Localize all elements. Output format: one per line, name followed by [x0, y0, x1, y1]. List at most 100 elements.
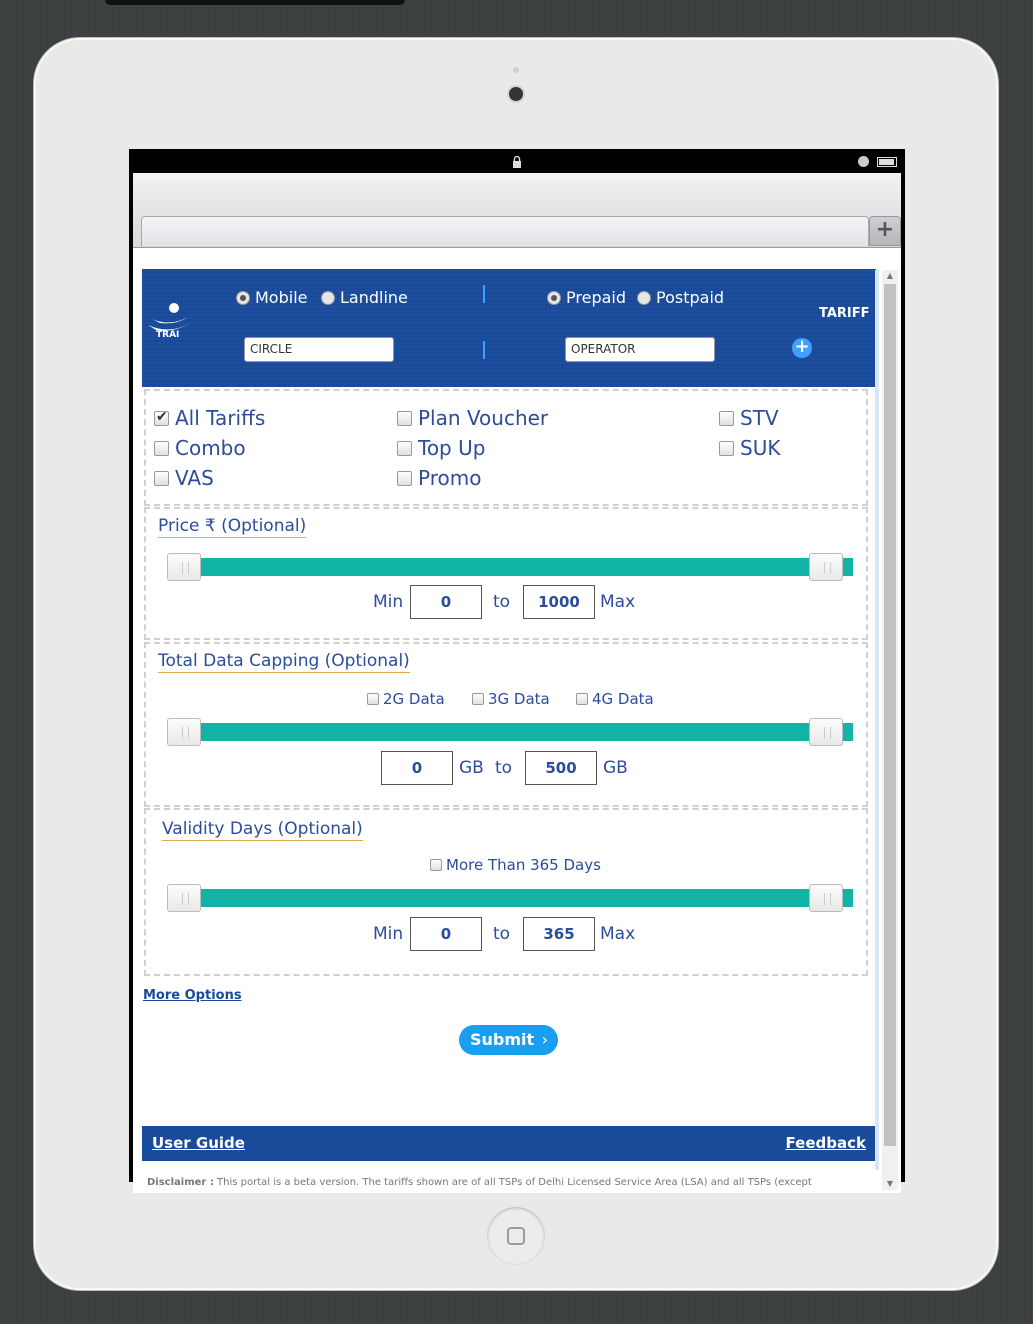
checkbox-all-tariffs[interactable]: All Tariffs — [154, 406, 265, 430]
checkbox-plan-voucher[interactable]: Plan Voucher — [397, 406, 548, 430]
radio-dot — [547, 290, 561, 305]
radio-landline[interactable]: Landline — [321, 288, 408, 307]
sensor-dot — [513, 67, 519, 73]
radio-dot — [321, 290, 335, 305]
checkbox-label: 4G Data — [592, 690, 654, 708]
disclaimer-body: This portal is a beta version. The tarif… — [217, 1177, 812, 1188]
header-divider — [483, 341, 485, 359]
checkbox-icon — [576, 693, 588, 705]
validity-slider-track[interactable] — [178, 889, 853, 907]
clock-icon — [858, 156, 869, 167]
radio-dot — [236, 290, 250, 305]
browser-tab[interactable] — [141, 216, 869, 246]
scroll-up-icon[interactable]: ▲ — [882, 270, 898, 282]
price-title: Price ₹ (Optional) — [158, 516, 307, 538]
disclaimer-label: Disclaimer : — [147, 1177, 214, 1188]
checkbox-4g-data[interactable]: 4G Data — [576, 690, 654, 708]
price-max-input[interactable]: 1000 — [523, 585, 595, 619]
checkbox-3g-data[interactable]: 3G Data — [472, 690, 550, 708]
web-viewport: TRAI Mobile Landline Prepaid Postpaid CI… — [133, 248, 901, 1193]
home-button[interactable] — [487, 1207, 545, 1265]
checkbox-label: Combo — [175, 436, 246, 460]
checkbox-label: VAS — [175, 466, 214, 490]
add-icon[interactable]: + — [792, 338, 812, 358]
checkbox-icon — [154, 409, 169, 426]
checkbox-vas[interactable]: VAS — [154, 466, 214, 490]
price-min-input[interactable]: 0 — [410, 585, 482, 619]
checkbox-label: 2G Data — [383, 690, 445, 708]
disclaimer-text: Disclaimer : This portal is a beta versi… — [147, 1176, 873, 1190]
validity-max-handle[interactable] — [809, 884, 843, 912]
lock-icon — [513, 156, 521, 168]
validity-min-handle[interactable] — [167, 884, 201, 912]
more-options-link[interactable]: More Options — [143, 988, 242, 1003]
tariff-header: TRAI Mobile Landline Prepaid Postpaid CI… — [142, 269, 876, 387]
tariff-type-box: All Tariffs Plan Voucher STV Combo Top U… — [144, 389, 868, 506]
checkbox-more-than-365[interactable]: More Than 365 Days — [430, 856, 601, 874]
feedback-link[interactable]: Feedback — [786, 1134, 866, 1152]
checkbox-icon — [367, 693, 379, 705]
circle-field[interactable]: CIRCLE — [244, 337, 394, 362]
header-divider — [483, 285, 485, 303]
validity-max-label: Max — [600, 924, 636, 944]
checkbox-icon — [472, 693, 484, 705]
home-square-icon — [507, 1227, 525, 1245]
checkbox-label: STV — [740, 406, 779, 430]
submit-button[interactable]: Submit › — [459, 1025, 558, 1055]
radio-prepaid[interactable]: Prepaid — [547, 288, 626, 307]
footer-bar: User Guide Feedback — [142, 1126, 876, 1161]
checkbox-stv[interactable]: STV — [719, 406, 779, 430]
operator-field[interactable]: OPERATOR — [565, 337, 715, 362]
checkbox-2g-data[interactable]: 2G Data — [367, 690, 445, 708]
radio-label: Postpaid — [656, 288, 725, 307]
price-box: Price ₹ (Optional) Min 0 to 1000 Max — [144, 507, 868, 640]
checkbox-icon — [397, 440, 412, 456]
data-to-label: to — [495, 758, 513, 778]
checkbox-icon — [397, 470, 412, 486]
tariff-label: TARIFF — [819, 306, 870, 321]
radio-postpaid[interactable]: Postpaid — [637, 288, 724, 307]
checkbox-icon — [719, 440, 734, 456]
trai-logo-text: TRAI — [156, 330, 180, 340]
validity-box: Validity Days (Optional) More Than 365 D… — [144, 808, 868, 976]
price-min-label: Min — [373, 592, 404, 612]
validity-max-input[interactable]: 365 — [523, 917, 595, 951]
checkbox-suk[interactable]: SUK — [719, 436, 780, 460]
content-border — [875, 270, 879, 1170]
checkbox-icon — [154, 470, 169, 486]
scroll-down-icon[interactable]: ▼ — [882, 1178, 898, 1190]
price-max-handle[interactable] — [809, 553, 843, 581]
radio-mobile[interactable]: Mobile — [236, 288, 307, 307]
checkbox-icon — [154, 440, 169, 456]
scroll-thumb[interactable] — [884, 284, 896, 1146]
checkbox-label: 3G Data — [488, 690, 550, 708]
data-min-handle[interactable] — [167, 718, 201, 746]
checkbox-label: More Than 365 Days — [446, 856, 601, 874]
checkbox-icon — [719, 410, 734, 426]
data-slider-track[interactable] — [178, 723, 853, 741]
new-tab-button[interactable]: + — [869, 216, 901, 246]
checkbox-label: Top Up — [418, 436, 486, 460]
price-min-handle[interactable] — [167, 553, 201, 581]
price-slider-track[interactable] — [178, 558, 853, 576]
data-max-input[interactable]: 500 — [525, 751, 597, 785]
validity-min-input[interactable]: 0 — [410, 917, 482, 951]
validity-title: Validity Days (Optional) — [162, 819, 363, 841]
radio-label: Landline — [340, 288, 408, 307]
checkbox-icon — [397, 410, 412, 426]
checkbox-icon — [430, 859, 442, 871]
submit-label: Submit — [470, 1030, 535, 1049]
checkbox-top-up[interactable]: Top Up — [397, 436, 485, 460]
scrollbar[interactable]: ▲ ▼ — [882, 270, 898, 1190]
validity-to-label: to — [493, 924, 511, 944]
user-guide-link[interactable]: User Guide — [152, 1134, 245, 1152]
checkbox-combo[interactable]: Combo — [154, 436, 246, 460]
checkbox-label: SUK — [740, 436, 781, 460]
battery-icon — [877, 157, 897, 167]
top-strip — [105, 0, 405, 5]
data-capping-box: Total Data Capping (Optional) 2G Data 3G… — [144, 642, 868, 807]
data-max-handle[interactable] — [809, 718, 843, 746]
data-unit-label: GB — [603, 758, 628, 778]
checkbox-promo[interactable]: Promo — [397, 466, 481, 490]
data-min-input[interactable]: 0 — [381, 751, 453, 785]
